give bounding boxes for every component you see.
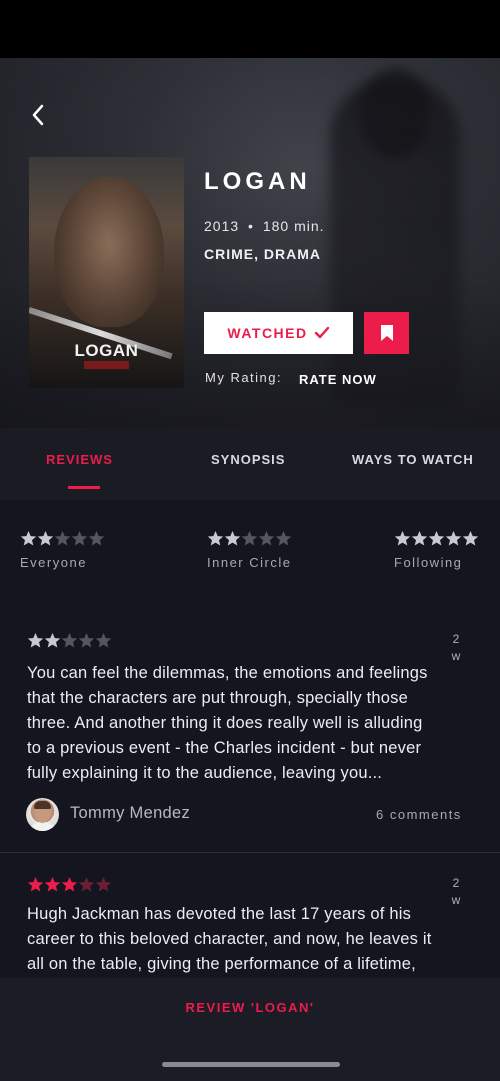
summary-label: Everyone xyxy=(20,555,87,570)
movie-runtime: 180 min. xyxy=(262,218,325,234)
summary-label: Inner Circle xyxy=(207,555,292,570)
watched-button[interactable]: WATCHED xyxy=(204,312,353,354)
star-icon xyxy=(445,531,462,546)
summary-stars xyxy=(20,530,180,547)
back-button[interactable] xyxy=(24,100,54,130)
star-icon xyxy=(275,531,292,546)
summary-label: Following xyxy=(394,555,463,570)
tab-synopsis[interactable]: SYNOPSIS xyxy=(211,452,285,467)
review-line: fully explaining it to the audience, lea… xyxy=(27,764,383,782)
movie-meta: 2013 • 180 min. xyxy=(204,218,325,234)
review-line: to a previous event - the Charles incide… xyxy=(27,739,422,757)
review-line: that the characters are put through, spe… xyxy=(27,689,408,707)
summary-everyone[interactable]: Everyone xyxy=(20,530,180,570)
review-age: 2 w xyxy=(450,631,462,665)
star-icon xyxy=(71,531,88,546)
star-icon xyxy=(394,531,411,546)
star-icon xyxy=(224,531,241,546)
review-stars xyxy=(27,632,112,649)
avatar[interactable] xyxy=(26,798,59,831)
review-line: Hugh Jackman has devoted the last 17 yea… xyxy=(27,905,412,923)
summary-stars xyxy=(394,530,500,547)
my-rating-label: My Rating: xyxy=(205,370,283,385)
review-age-value: 2 xyxy=(452,876,460,890)
review-age-value: 2 xyxy=(452,632,460,646)
star-icon xyxy=(27,633,44,648)
avatar-shirt xyxy=(30,822,55,831)
summary-inner-circle[interactable]: Inner Circle xyxy=(207,530,367,570)
poster-art xyxy=(54,177,164,327)
star-icon xyxy=(54,531,71,546)
bottom-bar: REVIEW 'LOGAN' xyxy=(0,978,500,1081)
summary-following[interactable]: Following xyxy=(394,530,500,570)
star-icon xyxy=(241,531,258,546)
meta-separator: • xyxy=(248,218,254,234)
reviewer-name[interactable]: Tommy Mendez xyxy=(70,804,190,823)
movie-year: 2013 xyxy=(204,218,240,234)
movie-genres: CRIME, DRAMA xyxy=(204,246,321,262)
star-icon xyxy=(27,877,44,892)
avatar-hair xyxy=(34,801,51,809)
star-icon xyxy=(44,877,61,892)
tab-reviews[interactable]: REVIEWS xyxy=(46,452,113,467)
bookmark-icon xyxy=(380,325,393,341)
star-icon xyxy=(88,531,105,546)
movie-poster: LOGAN xyxy=(29,157,184,388)
star-icon xyxy=(428,531,445,546)
poster-date-badge xyxy=(84,361,129,369)
tab-bar: REVIEWS SYNOPSIS WAYS TO WATCH xyxy=(0,428,500,500)
star-icon xyxy=(95,877,112,892)
rating-summary: Everyone Inner Circle Following xyxy=(0,500,500,600)
review-line: all on the table, giving the performance… xyxy=(27,955,416,973)
rate-now-link[interactable]: RATE NOW xyxy=(299,372,377,387)
star-icon xyxy=(462,531,479,546)
summary-stars xyxy=(207,530,367,547)
star-icon xyxy=(20,531,37,546)
review-card[interactable]: 2 w You can feel the dilemmas, the emoti… xyxy=(0,600,500,852)
review-movie-button[interactable]: REVIEW 'LOGAN' xyxy=(0,1000,500,1015)
poster-title: LOGAN xyxy=(74,341,139,360)
bookmark-button[interactable] xyxy=(364,312,409,354)
movie-title: LOGAN xyxy=(204,168,311,195)
tab-ways-to-watch[interactable]: WAYS TO WATCH xyxy=(352,452,474,467)
star-icon xyxy=(37,531,54,546)
star-icon xyxy=(44,633,61,648)
check-icon xyxy=(314,326,329,339)
review-card[interactable]: 2 w Hugh Jackman has devoted the last 17… xyxy=(0,853,500,978)
comments-count[interactable]: 6 comments xyxy=(376,807,462,822)
star-icon xyxy=(61,877,78,892)
star-icon xyxy=(61,633,78,648)
status-bar xyxy=(0,0,500,58)
review-line: career to this beloved character, and no… xyxy=(27,930,432,948)
home-indicator[interactable] xyxy=(162,1062,340,1067)
review-stars xyxy=(27,876,112,893)
review-text: Hugh Jackman has devoted the last 17 yea… xyxy=(27,902,477,977)
star-icon xyxy=(207,531,224,546)
star-icon xyxy=(258,531,275,546)
watched-label: WATCHED xyxy=(227,325,308,341)
star-icon xyxy=(95,633,112,648)
star-icon xyxy=(411,531,428,546)
chevron-left-icon xyxy=(32,104,44,126)
star-icon xyxy=(78,633,95,648)
review-text: You can feel the dilemmas, the emotions … xyxy=(27,661,477,786)
review-line: three. And another thing it does really … xyxy=(27,714,423,732)
star-icon xyxy=(78,877,95,892)
active-tab-indicator xyxy=(68,486,100,489)
review-line: You can feel the dilemmas, the emotions … xyxy=(27,664,428,682)
